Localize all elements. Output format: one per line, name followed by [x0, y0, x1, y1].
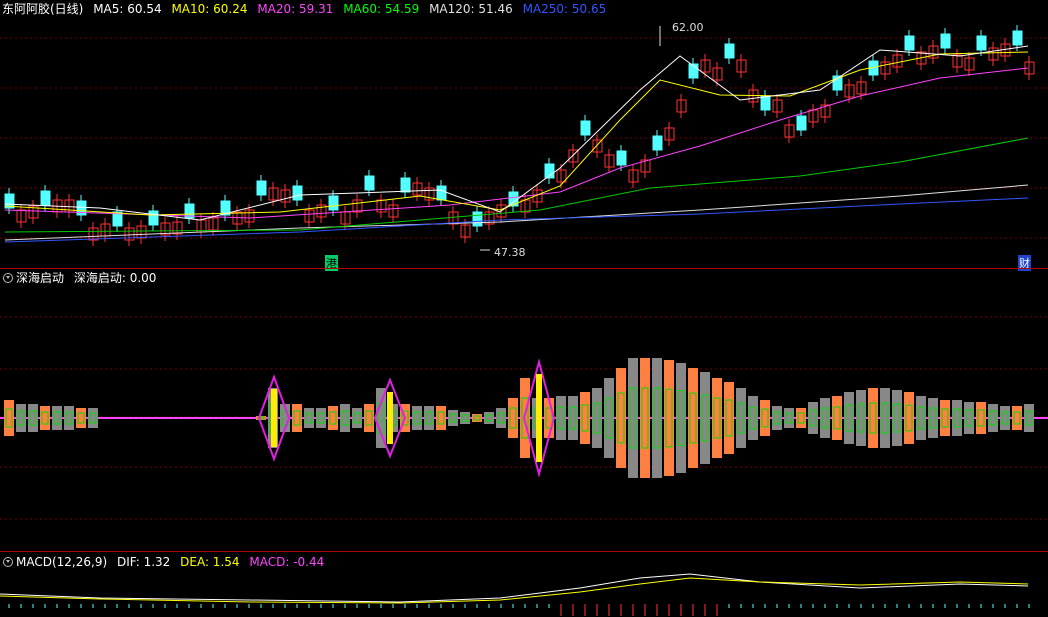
indicator-panel[interactable]: 深海启动 深海启动: 0.00	[0, 269, 1048, 551]
candle-body	[148, 210, 159, 226]
candle-body	[256, 180, 267, 196]
signal-bar	[536, 374, 542, 462]
ma20-label: MA20: 59.31	[257, 2, 334, 16]
signal-bar	[271, 389, 277, 447]
candle-body	[796, 115, 807, 131]
candle-body	[616, 150, 627, 166]
ma10-label: MA10: 60.24	[171, 2, 248, 16]
indicator-menu-icon[interactable]	[3, 273, 13, 283]
dif-line	[0, 573, 1029, 603]
candle-body	[940, 33, 951, 49]
indicator-name: 深海启动	[16, 271, 65, 285]
candle-body	[760, 95, 771, 111]
ma250-label: MA250: 50.65	[522, 2, 607, 16]
candle-body	[580, 120, 591, 136]
candle-body	[400, 177, 411, 193]
dif-label: DIF: 1.32	[116, 555, 171, 569]
price-header: 东阿阿胶(日线) MA5: 60.54 MA10: 60.24 MA20: 59…	[0, 0, 612, 18]
candle-body	[364, 175, 375, 191]
macd-name: MACD(12,26,9)	[16, 555, 108, 569]
low-price-label: 47.38	[494, 246, 526, 259]
candlestick-chart[interactable]	[0, 0, 1048, 268]
dea-label: DEA: 1.54	[180, 555, 240, 569]
indicator-chart[interactable]	[0, 269, 1048, 551]
ma60-label: MA60: 54.59	[343, 2, 420, 16]
high-price-label: 62.00	[672, 21, 704, 34]
dea-line	[0, 577, 1029, 604]
macd-label: MACD: -0.44	[249, 555, 325, 569]
candle-body	[472, 211, 483, 227]
candle-body	[904, 35, 915, 51]
indicator-header: 深海启动 深海启动: 0.00	[0, 269, 162, 287]
candle-body	[724, 43, 735, 59]
macd-menu-icon[interactable]	[3, 557, 13, 567]
macd-panel[interactable]: MACD(12,26,9) DIF: 1.32 DEA: 1.54 MACD: …	[0, 552, 1048, 617]
candle-body	[436, 185, 447, 201]
candle-body	[328, 195, 339, 211]
candle-body	[40, 190, 51, 206]
stock-name: 东阿阿胶(日线)	[2, 2, 84, 16]
candle-body	[1012, 30, 1023, 46]
ma120-label: MA120: 51.46	[429, 2, 513, 16]
price-panel[interactable]: 东阿阿胶(日线) MA5: 60.54 MA10: 60.24 MA20: 59…	[0, 0, 1048, 271]
candle-body	[292, 185, 303, 201]
macd-header: MACD(12,26,9) DIF: 1.32 DEA: 1.54 MACD: …	[0, 553, 330, 571]
indicator-value: 深海启动: 0.00	[73, 271, 157, 285]
candle-body	[652, 135, 663, 151]
ma10-line	[4, 51, 1029, 216]
candle-body	[976, 35, 987, 51]
signal-bar	[387, 392, 393, 444]
ma5-label: MA5: 60.54	[93, 2, 162, 16]
